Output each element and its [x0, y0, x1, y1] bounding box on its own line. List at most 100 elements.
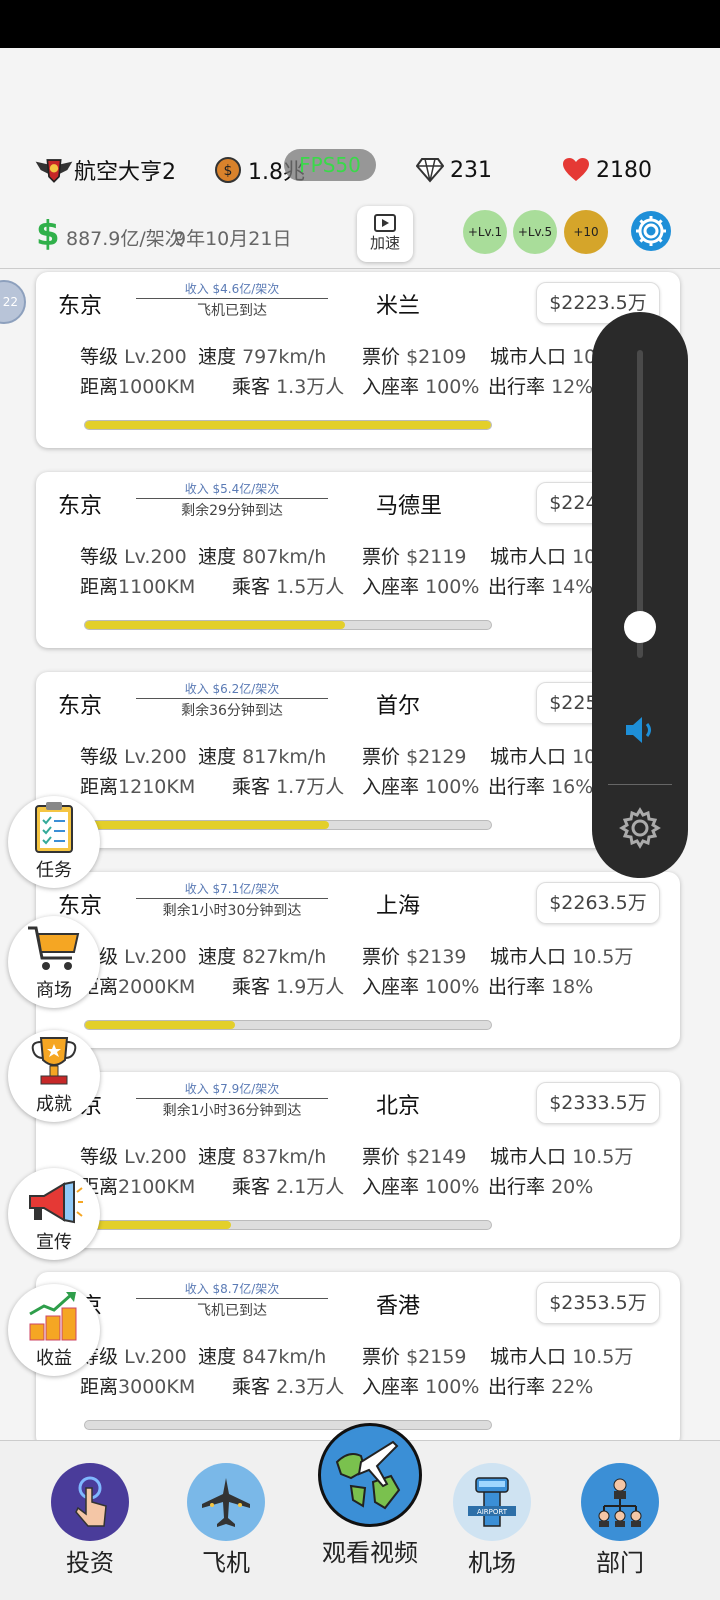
route-card[interactable]: 东京收入 $8.7亿/架次飞机已到达香港$2353.5万等级 Lv.200速度 … [36, 1272, 680, 1448]
destination-city: 上海 [376, 894, 421, 919]
speed-field: 速度 827km/h [198, 946, 327, 968]
heart-icon [556, 150, 596, 190]
flight-progress-bar [84, 1220, 492, 1230]
flight-status: 剩余1小时30分钟到达 [162, 903, 302, 919]
volume-panel [592, 312, 688, 878]
speed-field: 速度 847km/h [198, 1346, 327, 1368]
occupancy-field: 入座率 100% [362, 776, 480, 798]
svg-text:AIRPORT: AIRPORT [477, 1508, 508, 1516]
route-line [136, 898, 328, 899]
nav-invest-label: 投资 [66, 1549, 114, 1577]
watch-video-globe-icon[interactable] [318, 1423, 422, 1527]
flight-progress-bar [84, 420, 492, 430]
side-button-2[interactable]: 成就 [8, 1030, 100, 1122]
org-chart-icon [581, 1463, 659, 1541]
settings-gear-icon[interactable] [628, 208, 674, 254]
gems-stat[interactable]: 231 [410, 150, 492, 190]
route-income: 收入 $5.4亿/架次 [184, 482, 280, 496]
ticket-field: 票价 $2159 [362, 1346, 467, 1368]
travel-rate-field: 出行率 20% [488, 1176, 594, 1198]
flight-progress-bar [84, 820, 492, 830]
route-income: 收入 $6.2亿/架次 [184, 682, 280, 696]
avatar[interactable]: 22 [0, 280, 26, 324]
invest-touch-icon [51, 1463, 129, 1541]
upgrade-price-button[interactable]: $2263.5万 [536, 882, 660, 924]
flight-progress-fill [85, 1221, 232, 1229]
status-bar [0, 0, 720, 48]
level-field: 等级 Lv.200 [80, 1146, 187, 1168]
speaker-icon[interactable] [622, 712, 658, 752]
travel-rate-field: 出行率 16% [488, 776, 594, 798]
population-field: 城市人口 10.5万 [490, 1346, 634, 1368]
plus-10-button[interactable]: +10 [564, 210, 608, 254]
hearts-value: 2180 [596, 157, 652, 183]
trophy-icon [8, 1030, 100, 1088]
side-button-label: 任务 [36, 860, 72, 881]
game-screen: 航空大亨2 $ 1.8兆 231 2180 FPS50 $ 887.9亿/架次 … [0, 0, 720, 1600]
upgrade-price-button[interactable]: $2353.5万 [536, 1282, 660, 1324]
nav-planes[interactable]: 飞机 [176, 1463, 276, 1578]
nav-invest[interactable]: 投资 [40, 1463, 140, 1578]
nav-department-label: 部门 [596, 1549, 644, 1577]
speed-field: 速度 807km/h [198, 546, 327, 568]
nav-watch-video-label[interactable]: 观看视频 [300, 1533, 440, 1568]
ticket-field: 票价 $2129 [362, 746, 467, 768]
airport-tower-icon: AIRPORT [453, 1463, 531, 1541]
ticket-field: 票价 $2149 [362, 1146, 467, 1168]
occupancy-field: 入座率 100% [362, 1376, 480, 1398]
travel-rate-field: 出行率 18% [488, 976, 594, 998]
gear-icon[interactable] [618, 806, 662, 854]
add-level-1-button[interactable]: +Lv.1 [463, 210, 507, 254]
route-card[interactable]: 东京收入 $6.2亿/架次剩余36分钟到达首尔$2253.5万等级 Lv.200… [36, 672, 680, 848]
side-button-3[interactable]: 宣传 [8, 1168, 100, 1260]
flight-status: 剩余29分钟到达 [181, 503, 283, 519]
destination-city: 马德里 [376, 494, 443, 519]
nav-airport[interactable]: AIRPORT 机场 [442, 1463, 542, 1578]
upgrade-price-button[interactable]: $2333.5万 [536, 1082, 660, 1124]
side-button-1[interactable]: 商场 [8, 916, 100, 1008]
bottom-navigation: 投资 飞机 观看视频 AIRPORT 机场 部门 [0, 1423, 720, 1600]
flight-progress-bar [84, 620, 492, 630]
hearts-stat[interactable]: 2180 [556, 150, 652, 190]
svg-text:$: $ [224, 163, 233, 179]
route-line [136, 498, 328, 499]
travel-rate-field: 出行率 22% [488, 1376, 594, 1398]
speed-field: 速度 797km/h [198, 346, 327, 368]
route-line [136, 298, 328, 299]
side-button-0[interactable]: 任务 [8, 796, 100, 888]
route-card[interactable]: 东京 收入 $4.6亿/架次 飞机已到达 米兰 $2223.5万 等级 Lv.200 速度 … [36, 272, 680, 448]
passengers-field: 乘客 1.5万人 [232, 576, 345, 598]
route-card[interactable]: 东京收入 $7.1亿/架次剩余1小时30分钟到达上海$2263.5万等级 Lv.… [36, 872, 680, 1048]
ticket-field: 票价 $2119 [362, 546, 467, 568]
clipboard-icon [8, 796, 100, 854]
passengers-field: 乘客 1.3万人 [232, 376, 345, 398]
passengers-field: 乘客 1.7万人 [232, 776, 345, 798]
side-button-label: 宣传 [36, 1232, 72, 1253]
flight-progress-fill [85, 421, 491, 429]
wings-badge-icon [34, 150, 74, 190]
passengers-field: 乘客 1.9万人 [232, 976, 345, 998]
population-field: 城市人口 10.5万 [490, 1146, 634, 1168]
flight-status: 飞机已到达 [197, 1303, 267, 1319]
diamond-icon [410, 150, 450, 190]
route-line [136, 1098, 328, 1099]
route-card[interactable]: 东京收入 $5.4亿/架次剩余29分钟到达马德里$2243.5万等级 Lv.20… [36, 472, 680, 648]
add-level-5-button[interactable]: +Lv.5 [513, 210, 557, 254]
megaphone-icon [8, 1168, 100, 1226]
flight-progress-fill [85, 621, 345, 629]
origin-city: 东京 [58, 494, 103, 519]
side-button-4[interactable]: 收益 [8, 1284, 100, 1376]
origin-city: 东京 [58, 294, 103, 319]
distance-field: 距离1100KM [80, 576, 196, 598]
occupancy-field: 入座率 100% [362, 576, 480, 598]
company-stat[interactable]: 航空大亨2 [34, 150, 176, 190]
route-card[interactable]: 东京收入 $7.9亿/架次剩余1小时36分钟到达北京$2333.5万等级 Lv.… [36, 1072, 680, 1248]
nav-department[interactable]: 部门 [570, 1463, 670, 1578]
destination-city: 香港 [376, 1294, 421, 1319]
route-income: 收入 $7.9亿/架次 [184, 1082, 280, 1096]
video-play-icon [374, 214, 396, 232]
speed-up-button[interactable]: 加速 [357, 206, 413, 262]
origin-city: 东京 [58, 694, 103, 719]
passengers-field: 乘客 2.3万人 [232, 1376, 345, 1398]
volume-slider-knob[interactable] [624, 611, 656, 644]
